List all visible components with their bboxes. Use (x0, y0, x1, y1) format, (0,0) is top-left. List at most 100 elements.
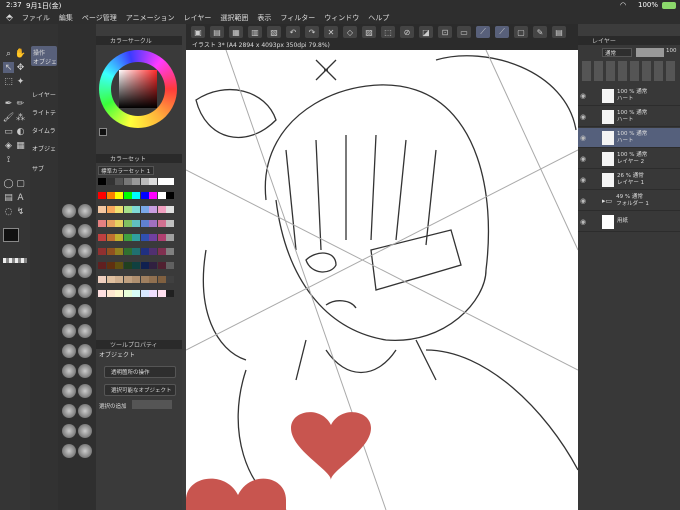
settings-icon[interactable]: ▤ (552, 26, 566, 38)
color-swatch[interactable] (123, 290, 132, 297)
eye-icon[interactable]: ◉ (578, 176, 588, 184)
layer-folder-row[interactable]: ◉ ▸▭ 49 % 通常 フォルダー 1 (578, 191, 680, 211)
eye-icon[interactable]: ◉ (578, 218, 588, 226)
subtool-sub[interactable]: サブ (32, 164, 44, 173)
color-swatch[interactable] (149, 206, 157, 213)
figure-tool-icon[interactable]: ◯ (3, 178, 14, 189)
color-set-select[interactable]: 標準カラーセット 1 (98, 166, 154, 175)
hue-ring[interactable] (99, 50, 177, 128)
undo-icon[interactable]: ↶ (286, 26, 300, 38)
color-swatch[interactable] (123, 262, 132, 269)
color-swatch[interactable] (123, 206, 132, 213)
eye-icon[interactable]: ◉ (578, 92, 588, 100)
color-swatch[interactable] (98, 192, 106, 199)
subtool-lighttable[interactable]: ライトテ (32, 108, 56, 117)
color-swatch[interactable] (132, 220, 140, 227)
layer-toolbar[interactable] (582, 61, 676, 81)
color-swatch[interactable] (115, 178, 123, 185)
brush-size-preset[interactable] (62, 444, 76, 458)
color-swatch[interactable] (106, 290, 115, 297)
color-swatch[interactable] (106, 220, 115, 227)
color-swatch[interactable] (115, 262, 123, 269)
blend-tool-icon[interactable]: ◐ (15, 126, 26, 137)
saturation-value-square[interactable] (119, 70, 157, 108)
eyedropper-tool-icon[interactable]: ⟟ (3, 154, 14, 165)
color-swatch[interactable] (98, 234, 106, 241)
color-swatch[interactable] (140, 276, 149, 283)
brush-size-preset[interactable] (62, 424, 76, 438)
gradient-tool-icon[interactable]: ▦ (15, 140, 26, 151)
brush-size-preset[interactable] (78, 284, 92, 298)
redo-icon[interactable]: ↷ (305, 26, 319, 38)
brush-size-preset[interactable] (62, 264, 76, 278)
ruler-icon[interactable]: ▭ (457, 26, 471, 38)
color-swatch[interactable] (106, 192, 115, 199)
subtool-object[interactable]: オブジェ (32, 144, 56, 153)
color-swatch[interactable] (132, 262, 140, 269)
color-swatch[interactable] (98, 248, 106, 255)
snap-special-ruler-icon[interactable]: ⟋ (495, 26, 509, 38)
select-all-icon[interactable]: ⬚ (381, 26, 395, 38)
fill-tool-icon[interactable]: ◈ (3, 140, 14, 151)
color-swatch[interactable] (98, 178, 106, 185)
snap-icon[interactable]: ⊡ (438, 26, 452, 38)
brush-size-preset[interactable] (78, 204, 92, 218)
export-icon[interactable]: ▧ (267, 26, 281, 38)
color-swatch[interactable] (140, 220, 149, 227)
menu-view[interactable]: 表示 (257, 13, 271, 23)
menu-help[interactable]: ヘルプ (368, 13, 389, 23)
color-swatch[interactable] (149, 248, 157, 255)
brush-size-preset[interactable] (78, 444, 92, 458)
color-swatch[interactable] (166, 234, 174, 241)
color-swatch[interactable] (98, 290, 106, 297)
brush-size-preset[interactable] (78, 244, 92, 258)
color-swatch[interactable] (132, 206, 140, 213)
brush-size-preset[interactable] (62, 344, 76, 358)
auto-select-tool-icon[interactable]: ✦ (15, 76, 26, 87)
airbrush-tool-icon[interactable]: ⁂ (15, 112, 26, 123)
color-swatch[interactable] (157, 262, 166, 269)
color-swatch[interactable] (140, 178, 149, 185)
color-swatch[interactable] (166, 262, 174, 269)
color-swatch[interactable] (106, 276, 115, 283)
brush-size-preset[interactable] (62, 284, 76, 298)
brush-size-preset[interactable] (78, 404, 92, 418)
color-swatch[interactable] (123, 234, 132, 241)
color-swatch[interactable] (157, 276, 166, 283)
color-swatch[interactable] (166, 192, 174, 199)
brush-size-preset[interactable] (78, 324, 92, 338)
selectable-object-dropdown[interactable]: 選択可能なオブジェクト (104, 384, 176, 396)
brush-tool-icon[interactable]: 🖌 (3, 112, 14, 123)
eye-icon[interactable]: ◉ (578, 113, 588, 121)
brush-size-preset[interactable] (78, 424, 92, 438)
color-swatch[interactable] (140, 262, 149, 269)
brush-size-preset[interactable] (62, 244, 76, 258)
move-tool-icon[interactable]: ✥ (15, 62, 26, 73)
menu-edit[interactable]: 編集 (59, 13, 73, 23)
color-swatch[interactable] (149, 276, 157, 283)
menu-filter[interactable]: フィルター (280, 13, 315, 23)
color-swatch[interactable] (140, 192, 149, 199)
brush-size-preset[interactable] (62, 404, 76, 418)
color-swatch[interactable] (157, 248, 166, 255)
color-swatch[interactable] (157, 206, 166, 213)
layer-row[interactable]: ◉ 100 % 通常 ハート (578, 86, 680, 106)
brush-size-preset[interactable] (78, 364, 92, 378)
brush-size-preset[interactable] (62, 324, 76, 338)
brush-size-preset[interactable] (78, 384, 92, 398)
eye-icon[interactable]: ◉ (578, 197, 588, 205)
brush-size-preset[interactable] (62, 204, 76, 218)
color-swatch[interactable] (132, 234, 140, 241)
color-swatch[interactable] (106, 178, 115, 185)
snap-ruler-icon[interactable]: ⟋ (476, 26, 490, 38)
color-swatch[interactable] (149, 192, 157, 199)
color-swatch[interactable] (115, 290, 123, 297)
color-swatch[interactable] (106, 206, 115, 213)
color-swatch[interactable] (149, 220, 157, 227)
color-swatch[interactable] (157, 234, 166, 241)
subtool-timeline[interactable]: タイムラ (32, 126, 56, 135)
color-swatch[interactable] (123, 192, 132, 199)
zoom-tool-icon[interactable]: ⌕ (3, 48, 14, 59)
invert-icon[interactable]: ◪ (419, 26, 433, 38)
select-tool-icon[interactable]: ⬚ (3, 76, 14, 87)
